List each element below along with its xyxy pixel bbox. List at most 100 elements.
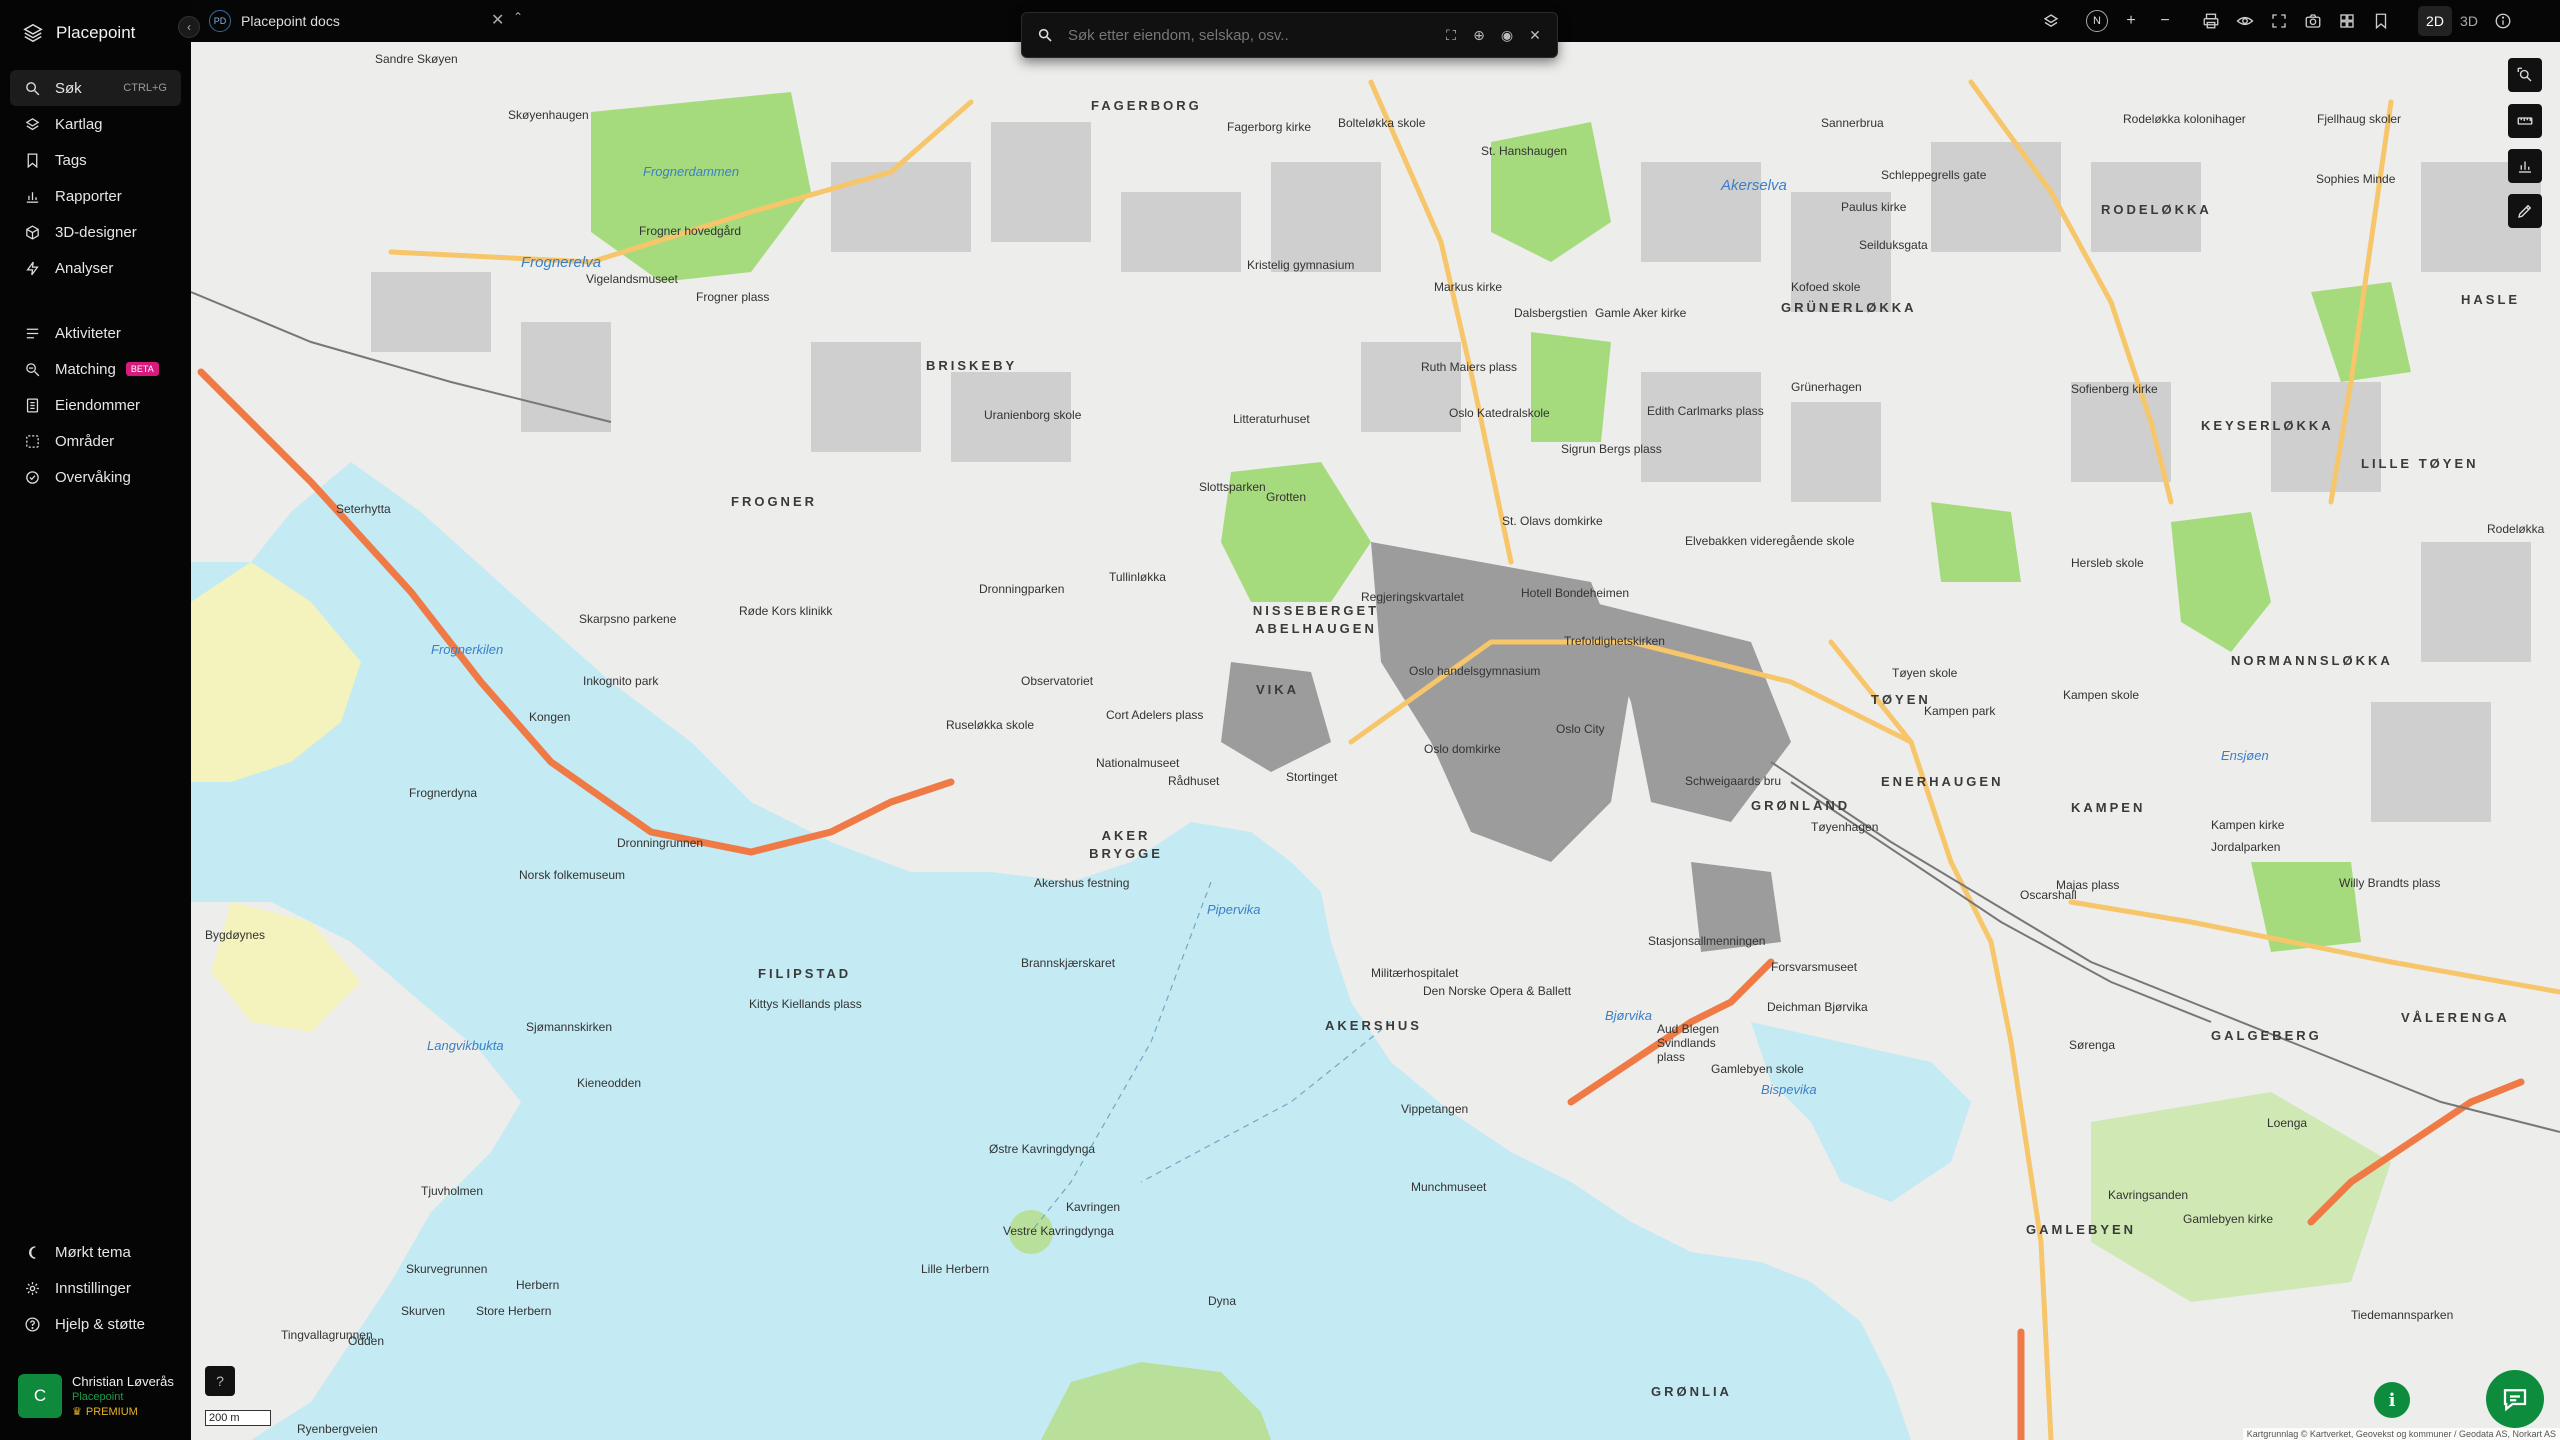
- activity-icon: [26, 328, 39, 338]
- document-tab[interactable]: PD Placepoint docs: [209, 6, 340, 36]
- map-label-water: Frognerkilen: [431, 642, 504, 657]
- fullscreen-icon[interactable]: [2262, 0, 2296, 42]
- map-label-place: Rodeløkka kolonihager: [2123, 112, 2246, 126]
- help-icon: [25, 1316, 40, 1332]
- avatar: C: [18, 1374, 62, 1418]
- map-label-district: FILIPSTAD: [758, 966, 852, 981]
- map-label-place: Fagerborg kirke: [1227, 120, 1312, 134]
- map-label-place: Herbern: [516, 1278, 560, 1292]
- expand-icon[interactable]: ⛶: [1439, 23, 1463, 47]
- eye-icon[interactable]: ◉: [1495, 23, 1519, 47]
- map-label-district: VÅLERENGA: [2401, 1010, 2510, 1025]
- map-label-place: Gamle Aker kirke: [1595, 306, 1687, 320]
- map-draw-button[interactable]: [2508, 194, 2542, 228]
- map-label-place: Kavringen: [1066, 1200, 1121, 1214]
- crosshair-icon[interactable]: ⊕: [1467, 23, 1491, 47]
- question-icon: ?: [216, 1373, 224, 1389]
- sidebar-item-settings[interactable]: Innstillinger: [10, 1270, 181, 1306]
- layers-toggle-icon[interactable]: [2034, 0, 2068, 42]
- map-label-place: Vestre Kavringdynga: [1003, 1224, 1114, 1238]
- brand[interactable]: Placepoint: [22, 20, 135, 46]
- grid-icon[interactable]: [2330, 0, 2364, 42]
- sidebar-item-label: Rapporter: [55, 187, 122, 205]
- map-label-place: Akershus festning: [1034, 876, 1130, 890]
- map-label-water: Akerselva: [1721, 177, 1787, 194]
- sidebar-item-search[interactable]: Søk CTRL+G: [10, 70, 181, 106]
- map-label-place: Dronningparken: [979, 582, 1065, 596]
- sidebar-item-reports[interactable]: Rapporter: [10, 178, 181, 214]
- map-label-place: Schweigaards bru: [1685, 774, 1782, 788]
- close-icon[interactable]: ✕: [1523, 23, 1547, 47]
- map-label-place: Oslo City: [1556, 722, 1605, 736]
- map-label-place: Vippetangen: [1401, 1102, 1469, 1116]
- sidebar-item-activities[interactable]: Aktiviteter: [10, 315, 181, 351]
- map-label-place: Oscarshall: [2020, 888, 2077, 902]
- shortcut-hint: CTRL+G: [123, 82, 167, 94]
- user-card[interactable]: C Christian Løverås Placepoint ♛ PREMIUM: [10, 1368, 182, 1424]
- map-label-place: Tøyen skole: [1892, 666, 1958, 680]
- map-label-place: Tjuvholmen: [421, 1184, 484, 1198]
- draw-icon: [2518, 204, 2532, 218]
- nav-footer: Mørkt tema Innstillinger Hjelp & støtte: [10, 1234, 181, 1342]
- chart-icon: [26, 191, 39, 203]
- sidebar-item-layers[interactable]: Kartlag: [10, 106, 181, 142]
- map-label-place: Grünerhagen: [1791, 380, 1862, 394]
- north-compass[interactable]: N: [2080, 0, 2114, 42]
- placepoint-logo-icon: [23, 23, 43, 43]
- collapse-sidebar-button[interactable]: ‹: [178, 16, 200, 38]
- map-label-place: Oslo domkirke: [1424, 742, 1501, 756]
- zoom-out-icon[interactable]: −: [2148, 0, 2182, 42]
- map-help-button[interactable]: ?: [205, 1366, 235, 1396]
- camera-icon[interactable]: [2296, 0, 2330, 42]
- sidebar-item-areas[interactable]: Områder: [10, 423, 181, 459]
- map-canvas[interactable]: FAGERBORG RODELØKKA GRÜNERLØKKA HASLE BR…: [191, 42, 2560, 1440]
- search-tools: ⛶ ⊕ ◉ ✕: [1439, 23, 1557, 47]
- map-statistics-button[interactable]: [2508, 149, 2542, 183]
- map-label-place: Rodeløkka: [2487, 522, 2545, 536]
- bookmark-icon[interactable]: [2364, 0, 2398, 42]
- map-label-place: Kieneodden: [577, 1076, 642, 1090]
- nav-secondary: Aktiviteter Matching BETA Eiendommer Omr…: [10, 315, 181, 495]
- sidebar-item-analyses[interactable]: Analyser: [10, 250, 181, 286]
- map-info-button[interactable]: i: [2374, 1382, 2410, 1418]
- map-label-district: HASLE: [2461, 292, 2521, 307]
- map-label-place: Kofoed skole: [1791, 280, 1861, 294]
- map-label-place: Norsk folkemuseum: [519, 868, 626, 882]
- map-label-place: Cort Adelers plass: [1106, 708, 1204, 722]
- map-label-place: Sannerbrua: [1821, 116, 1884, 130]
- close-icon[interactable]: ✕: [491, 10, 504, 30]
- print-icon[interactable]: [2194, 0, 2228, 42]
- eye-icon[interactable]: [2228, 0, 2262, 42]
- sidebar-item-label: Hjelp & støtte: [55, 1315, 146, 1333]
- info-icon[interactable]: [2486, 0, 2520, 42]
- sidebar-item-3d-designer[interactable]: 3D-designer: [10, 214, 181, 250]
- map-label-district: FROGNER: [731, 494, 817, 509]
- map-label-district: ENERHAUGEN: [1881, 774, 2004, 789]
- map-label-place: Skurvegrunnen: [406, 1262, 488, 1276]
- chat-support-button[interactable]: [2486, 1370, 2544, 1428]
- sidebar-item-help[interactable]: Hjelp & støtte: [10, 1306, 181, 1342]
- map-label-place: Loenga: [2267, 1116, 2308, 1130]
- sidebar-item-dark-theme[interactable]: Mørkt tema: [10, 1234, 181, 1270]
- sidebar-item-label: Søk: [55, 79, 82, 97]
- sidebar-item-label: Mørkt tema: [55, 1243, 131, 1261]
- map-select-tool-button[interactable]: [2508, 58, 2542, 92]
- search-icon: [26, 81, 40, 95]
- map-label-place: Hersleb skole: [2071, 556, 2144, 570]
- zoom-in-icon[interactable]: +: [2114, 0, 2148, 42]
- sidebar-item-properties[interactable]: Eiendommer: [10, 387, 181, 423]
- moon-icon: [29, 1245, 36, 1259]
- mode-3d-button[interactable]: 3D: [2452, 6, 2486, 36]
- map-label-district: BRISKEBY: [926, 358, 1018, 373]
- map-label-place: Kampen park: [1924, 704, 1996, 718]
- mode-2d-button[interactable]: 2D: [2418, 6, 2452, 36]
- chevron-updown-icon[interactable]: ⌃: [513, 10, 523, 24]
- map-label-place: Sørenga: [2069, 1038, 2116, 1052]
- sidebar-item-matching[interactable]: Matching BETA: [10, 351, 181, 387]
- map-measure-button[interactable]: [2508, 104, 2542, 138]
- map-label-place: Grotten: [1266, 490, 1307, 504]
- search-input[interactable]: [1068, 26, 1439, 44]
- sidebar-item-tags[interactable]: Tags: [10, 142, 181, 178]
- sidebar-item-monitoring[interactable]: Overvåking: [10, 459, 181, 495]
- map-label-place: Dalsbergstien: [1514, 306, 1588, 320]
